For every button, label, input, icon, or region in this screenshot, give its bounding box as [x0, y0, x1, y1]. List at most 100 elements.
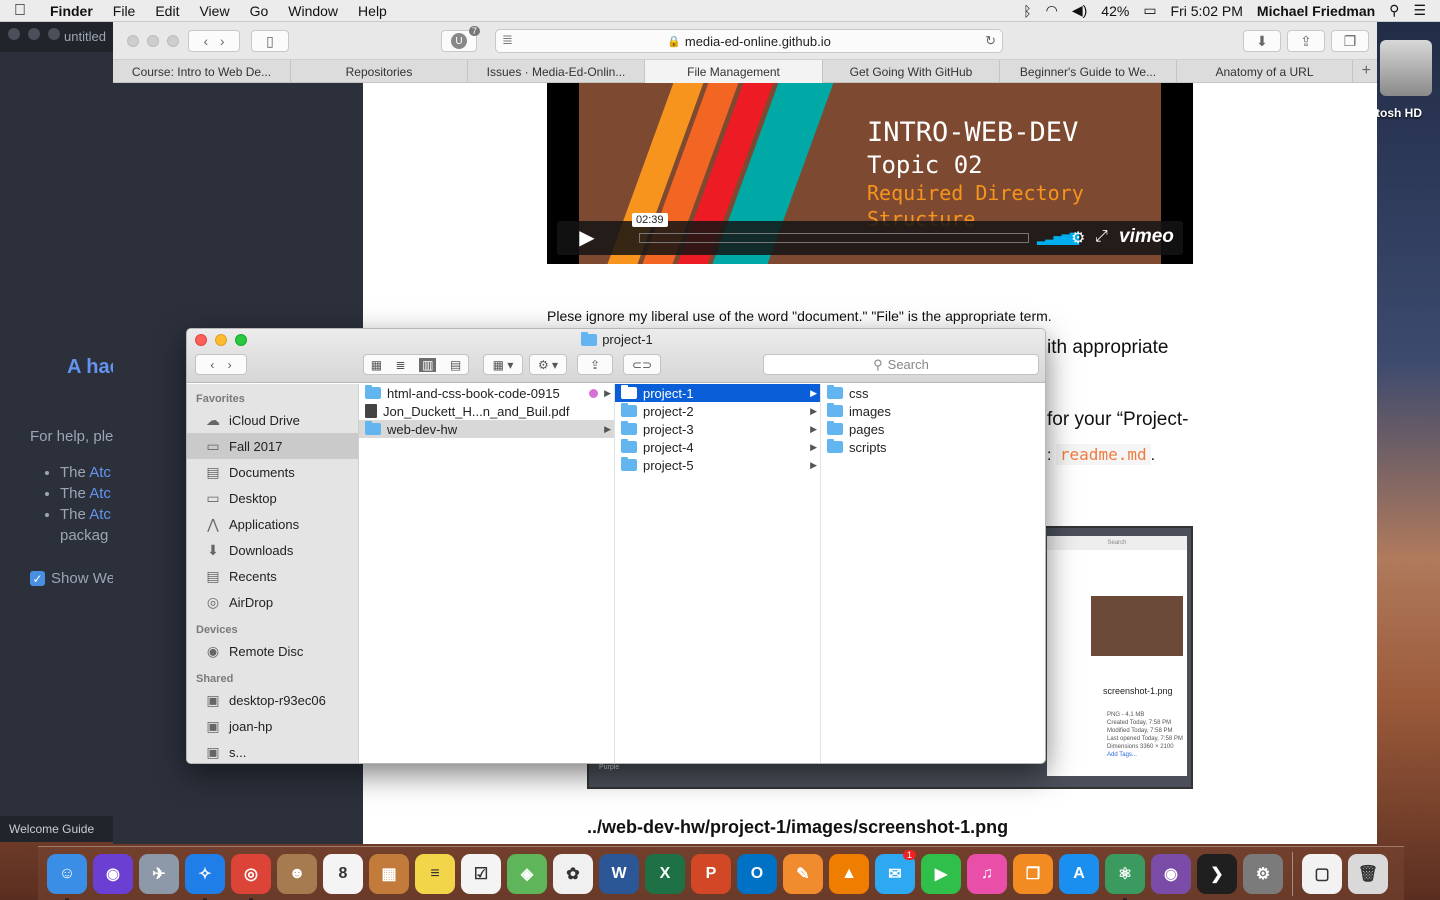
tab-course-intro[interactable]: Course: Intro to Web De...	[113, 60, 291, 83]
apple-menu-icon[interactable]: 	[0, 2, 40, 20]
dock-ibooks[interactable]: ❐	[1010, 852, 1056, 896]
favorites-item[interactable]: ⋀ Applications	[187, 511, 358, 537]
shared-item[interactable]: ▣ desktop-r93ec06	[187, 687, 358, 713]
vimeo-video-player[interactable]: INTRO-WEB-DEV Topic 02 Required Director…	[547, 83, 1193, 264]
file-row[interactable]: images	[821, 402, 1045, 420]
icon-view-icon[interactable]: ▦	[371, 358, 382, 372]
tab-beginners-guide[interactable]: Beginner's Guide to We...	[1000, 60, 1177, 83]
menu-help[interactable]: Help	[348, 3, 397, 19]
fullscreen-icon[interactable]: ⤢	[1095, 228, 1108, 246]
file-row[interactable]: project-5 ▶	[615, 456, 820, 474]
forward-icon[interactable]: ›	[228, 358, 232, 372]
dock-ibooks-author[interactable]: ✎	[780, 852, 826, 896]
dock-siri[interactable]: ◉	[90, 852, 136, 896]
view-mode-control[interactable]: ▦ ≣ ▥ ▤	[363, 354, 469, 375]
devices-item[interactable]: ◉ Remote Disc	[187, 638, 358, 664]
file-row[interactable]: project-2 ▶	[615, 402, 820, 420]
menu-file[interactable]: File	[103, 3, 146, 19]
dock-facetime[interactable]: ▶	[918, 852, 964, 896]
forward-icon[interactable]: ›	[220, 33, 225, 49]
hard-drive-label[interactable]: tosh HD	[1376, 106, 1422, 120]
dock-calendar[interactable]: 8	[320, 852, 366, 896]
favorites-item[interactable]: ☁ iCloud Drive	[187, 407, 358, 433]
file-row[interactable]: project-1 ▶	[615, 384, 820, 402]
menu-app-name[interactable]: Finder	[40, 3, 103, 19]
dock-notes[interactable]: ≡	[412, 852, 458, 896]
battery-percent[interactable]: 42%	[1101, 3, 1129, 19]
sidebar-button[interactable]: ▯	[251, 30, 289, 52]
file-row[interactable]: web-dev-hw ▶	[359, 420, 614, 438]
favorites-item[interactable]: ▭ Desktop	[187, 485, 358, 511]
dock-outlook[interactable]: O	[734, 852, 780, 896]
dock-calculator[interactable]: ▦	[366, 852, 412, 896]
show-welcome-checkbox[interactable]: ✓ Show We	[30, 570, 115, 587]
share-button[interactable]: ⇪	[1287, 30, 1325, 52]
favorites-item[interactable]: ▭ Fall 2017	[187, 433, 358, 459]
zoom-button[interactable]	[48, 28, 60, 40]
new-tab-button[interactable]: +	[1353, 60, 1377, 82]
editor-pane[interactable]	[0, 52, 113, 842]
tab-repositories[interactable]: Repositories	[291, 60, 468, 83]
file-row[interactable]: scripts	[821, 438, 1045, 456]
menu-window[interactable]: Window	[278, 3, 348, 19]
tab-file-management[interactable]: File Management	[645, 60, 823, 83]
dock-launchpad[interactable]: ✈	[136, 852, 182, 896]
zoom-button[interactable]	[167, 35, 179, 47]
dock-word[interactable]: W	[596, 852, 642, 896]
favorites-item[interactable]: ◎ AirDrop	[187, 589, 358, 615]
favorites-item[interactable]: ▤ Recents	[187, 563, 358, 589]
dock-powerpoint[interactable]: P	[688, 852, 734, 896]
back-forward-buttons[interactable]: ‹ ›	[195, 354, 247, 375]
file-row[interactable]: html-and-css-book-code-0915 ▶	[359, 384, 614, 402]
dock-safari[interactable]: ✧	[182, 852, 228, 900]
column-view-icon[interactable]: ▥	[419, 357, 437, 372]
tab-get-going-github[interactable]: Get Going With GitHub	[823, 60, 1000, 83]
ublock-extension-button[interactable]: U7	[441, 26, 480, 52]
dock-contacts[interactable]: ☻	[274, 852, 320, 896]
battery-icon[interactable]: ▭	[1143, 2, 1156, 19]
hard-drive-icon[interactable]	[1380, 40, 1432, 96]
shared-item[interactable]: ▣ joan-hp	[187, 713, 358, 739]
user-name[interactable]: Michael Friedman	[1257, 3, 1375, 19]
dock-atom[interactable]: ⚛	[1102, 852, 1148, 900]
close-button[interactable]	[8, 28, 20, 40]
address-bar[interactable]: ≣ 🔒 media-ed-online.github.io ↻	[495, 29, 1003, 53]
file-row[interactable]: css	[821, 384, 1045, 402]
minimize-button[interactable]	[147, 35, 159, 47]
dock-trash[interactable]: 🗑	[1345, 852, 1391, 896]
back-icon[interactable]: ‹	[210, 358, 214, 372]
dock-system-preferences[interactable]: ⚙	[1240, 852, 1286, 896]
dock-photos[interactable]: ✿	[550, 852, 596, 896]
list-view-icon[interactable]: ≣	[396, 358, 406, 372]
atom-link[interactable]: Atc	[89, 464, 111, 481]
reader-icon[interactable]: ≣	[502, 32, 513, 48]
dock-excel[interactable]: X	[642, 852, 688, 896]
dock-vlc[interactable]: ▲	[826, 852, 872, 896]
dock-itunes[interactable]: ♫	[964, 852, 1010, 896]
file-row[interactable]: pages	[821, 420, 1045, 438]
tab-issues[interactable]: Issues · Media-Ed-Onlin...	[468, 60, 645, 83]
tags-button[interactable]: ⊂⊃	[623, 354, 661, 375]
back-forward-buttons[interactable]: ‹ ›	[188, 30, 240, 52]
dock-reminders[interactable]: ☑	[458, 852, 504, 896]
close-button[interactable]	[127, 35, 139, 47]
dock-maps[interactable]: ◈	[504, 852, 550, 896]
dock-chrome[interactable]: ◎	[228, 852, 274, 900]
volume-icon[interactable]: ◀)	[1072, 2, 1087, 19]
settings-gear-icon[interactable]: ⚙	[1071, 228, 1085, 248]
clock[interactable]: Fri 5:02 PM	[1171, 3, 1243, 19]
dock-plex[interactable]: ❯	[1194, 852, 1240, 896]
file-row[interactable]: project-4 ▶	[615, 438, 820, 456]
status-bar-welcome-guide[interactable]: Welcome Guide	[0, 816, 113, 842]
file-row[interactable]: project-3 ▶	[615, 420, 820, 438]
atom-link[interactable]: Atc	[89, 485, 111, 502]
wifi-icon[interactable]: ◠	[1046, 2, 1058, 19]
notification-center-icon[interactable]: ☰	[1413, 2, 1426, 19]
file-row[interactable]: Jon_Duckett_H...n_and_Buil.pdf	[359, 402, 614, 420]
bluetooth-icon[interactable]: ᛒ	[1023, 3, 1031, 19]
back-icon[interactable]: ‹	[203, 33, 208, 49]
arrange-button[interactable]: ▦ ▾	[483, 354, 523, 375]
play-icon[interactable]: ▶	[567, 228, 607, 248]
vimeo-logo[interactable]: vimeo	[1119, 226, 1174, 248]
gallery-view-icon[interactable]: ▤	[450, 358, 461, 372]
